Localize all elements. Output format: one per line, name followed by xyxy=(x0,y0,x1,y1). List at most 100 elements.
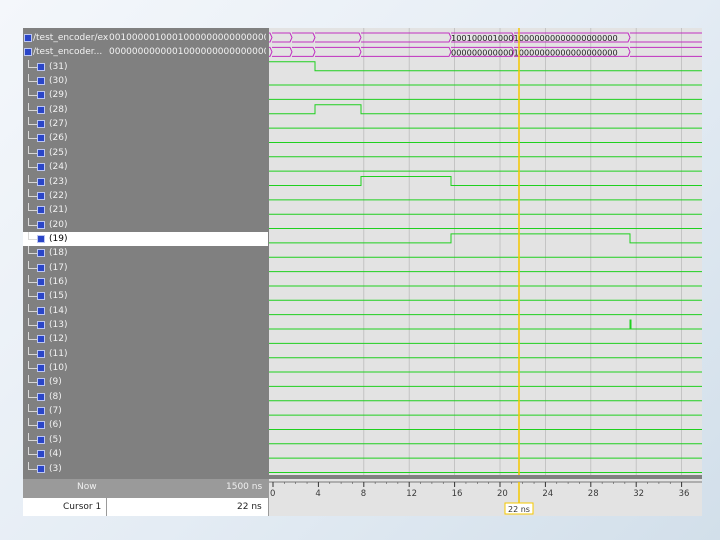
cursor-label[interactable]: Cursor 1 xyxy=(63,500,101,514)
signal-name: (16) xyxy=(49,276,68,287)
tree-branch-icon xyxy=(28,231,37,240)
signal-icon xyxy=(37,134,45,143)
signal-row[interactable]: (19) xyxy=(23,231,268,246)
tree-branch-icon xyxy=(28,461,37,470)
signal-row[interactable]: (25) xyxy=(23,145,107,160)
signal-name: (8) xyxy=(49,391,62,402)
signal-name: (17) xyxy=(49,262,68,273)
signal-row[interactable]: /test_encoder/ex xyxy=(23,31,109,45)
timeline-ruler-canvas: 0 4 8 12 16 20 24 28 32 36 22 ns xyxy=(269,481,702,515)
tree-branch-icon xyxy=(28,361,37,370)
signal-row[interactable]: (31) xyxy=(23,59,107,74)
signal-name: (29) xyxy=(49,90,68,101)
signal-icon xyxy=(37,163,45,172)
signal-name: (12) xyxy=(49,334,68,345)
signal-row[interactable]: (17) xyxy=(23,260,107,275)
bus-segment xyxy=(292,32,316,43)
bus-segment xyxy=(269,32,273,43)
signal-row[interactable]: (10) xyxy=(23,361,107,375)
signal-name: (14) xyxy=(49,305,68,316)
bus-segment xyxy=(361,46,452,57)
signal-icon xyxy=(37,105,45,114)
signal-icon xyxy=(37,77,45,86)
tree-branch-icon xyxy=(28,274,37,283)
signal-row[interactable]: (13) xyxy=(23,318,107,332)
tree-branch-icon xyxy=(28,131,37,140)
signal-icon xyxy=(37,392,45,401)
tree-branch-icon xyxy=(28,217,37,226)
signal-name: (27) xyxy=(49,119,68,130)
signal-row[interactable]: /test_encoder... xyxy=(23,45,107,59)
signal-icon xyxy=(24,34,32,42)
signal-row[interactable]: (8) xyxy=(23,389,107,404)
signal-row[interactable]: (24) xyxy=(23,160,107,174)
cursor-flag-label: 22 ns xyxy=(508,505,530,514)
signal-row[interactable]: (27) xyxy=(23,117,107,131)
tree-branch-icon xyxy=(28,188,37,197)
signal-icon xyxy=(37,421,45,430)
signal-icon xyxy=(37,148,45,157)
signal-row[interactable]: (23) xyxy=(23,174,107,189)
signal-row[interactable]: (18) xyxy=(23,246,107,260)
signal-name: /test_encoder... xyxy=(33,47,103,58)
signal-row[interactable]: (16) xyxy=(23,274,107,289)
signal-row[interactable]: (20) xyxy=(23,217,107,232)
signal-row[interactable]: (15) xyxy=(23,289,107,303)
bus-segment xyxy=(315,32,362,43)
tree-branch-icon xyxy=(28,289,37,298)
signal-row[interactable]: (5) xyxy=(23,432,107,447)
tree-branch-icon xyxy=(28,418,37,427)
signal-name: (28) xyxy=(49,104,68,115)
timeline-ruler[interactable]: 0 4 8 12 16 20 24 28 32 36 22 ns xyxy=(269,479,702,516)
ruler-tick-label: 16 xyxy=(452,489,463,499)
signal-row[interactable]: (4) xyxy=(23,447,107,461)
signal-name: (22) xyxy=(49,190,68,201)
bus-segment xyxy=(361,32,452,43)
signal-row[interactable]: (22) xyxy=(23,188,107,203)
tree-branch-icon xyxy=(28,303,37,312)
signal-row[interactable]: (30) xyxy=(23,74,107,88)
signal-name: (10) xyxy=(49,363,68,374)
tree-branch-icon xyxy=(28,332,37,341)
signal-icon xyxy=(37,349,45,358)
tree-branch-icon xyxy=(28,102,37,111)
signal-row[interactable]: (11) xyxy=(23,346,107,361)
tree-branch-icon xyxy=(28,74,37,83)
signal-name: (25) xyxy=(49,147,68,158)
now-value: 1500 ns xyxy=(226,482,263,492)
tree-branch-icon xyxy=(28,117,37,126)
signal-row[interactable]: (7) xyxy=(23,404,107,418)
signal-icon xyxy=(37,364,45,373)
signal-name: (19) xyxy=(49,233,68,244)
bus-segment xyxy=(269,46,273,57)
signal-icon xyxy=(37,220,45,229)
signal-icon xyxy=(37,292,45,301)
signal-icon xyxy=(37,378,45,387)
signal-icon xyxy=(37,277,45,286)
signal-name: (24) xyxy=(49,162,68,173)
signal-icon xyxy=(37,450,45,459)
signal-row[interactable]: (12) xyxy=(23,332,107,346)
ruler-tick-label: 32 xyxy=(633,489,644,499)
signal-row[interactable]: (26) xyxy=(23,131,107,145)
tree-branch-icon xyxy=(28,59,37,68)
signal-name: (5) xyxy=(49,434,62,445)
bus-segment xyxy=(292,46,316,57)
signal-row[interactable]: (29) xyxy=(23,88,107,102)
signal-icon xyxy=(37,321,45,329)
signal-row[interactable]: (14) xyxy=(23,303,107,318)
signal-row[interactable]: (21) xyxy=(23,203,107,217)
signal-name: /test_encoder/ex xyxy=(33,33,109,43)
signal-icon xyxy=(37,120,45,129)
bus-segment xyxy=(272,32,293,43)
waveform-pane: 10010000100010000000000000000000 00000000… xyxy=(269,28,702,475)
ruler-tick-label: 0 xyxy=(270,489,275,499)
signal-row[interactable]: (28) xyxy=(23,102,107,117)
ruler-tick-label: 36 xyxy=(679,489,690,499)
signal-row[interactable]: (9) xyxy=(23,375,107,389)
signal-row[interactable]: (6) xyxy=(23,418,107,432)
signal-row[interactable]: (3) xyxy=(23,461,107,476)
tree-branch-icon xyxy=(28,88,37,97)
waveform-canvas[interactable]: 10010000100010000000000000000000 00000000… xyxy=(269,28,702,475)
tree-branch-icon xyxy=(28,203,37,212)
